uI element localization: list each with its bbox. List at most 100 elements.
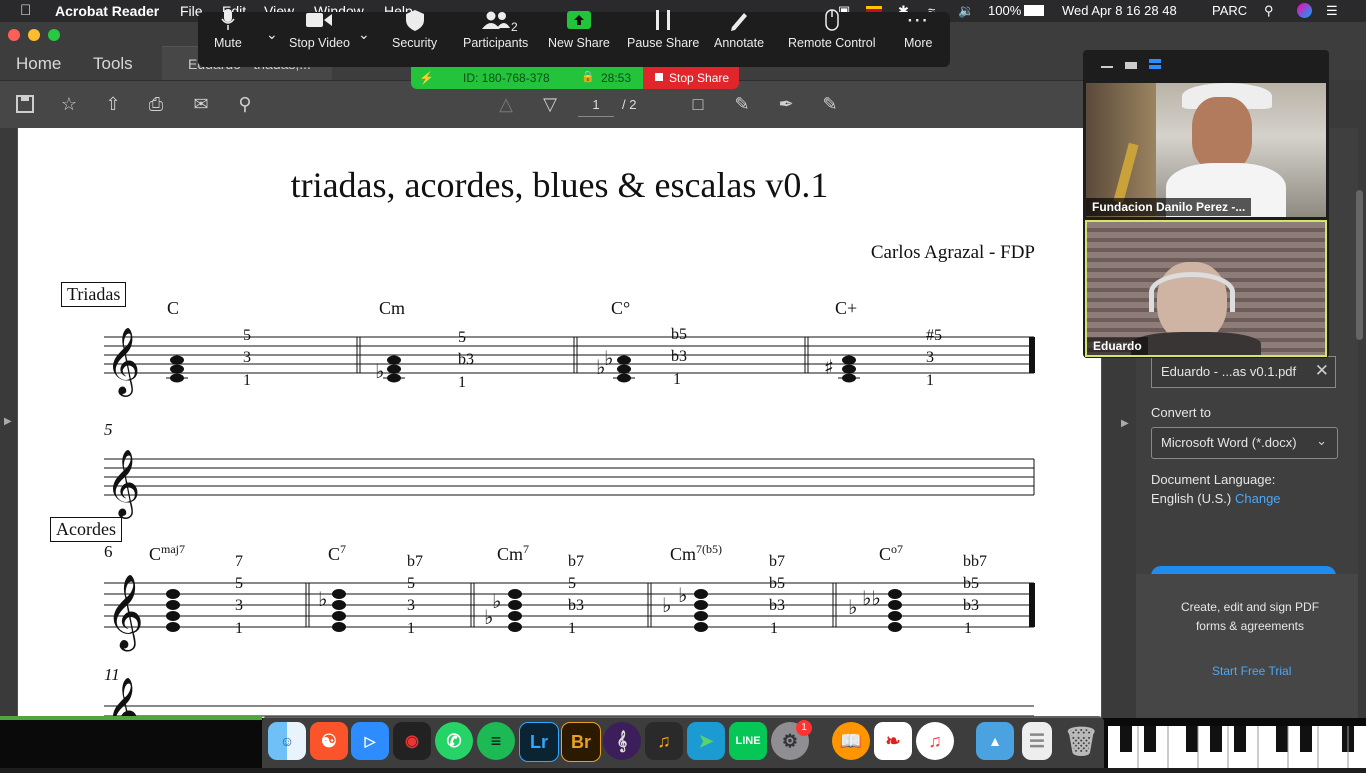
tab-home[interactable]: Home [16,54,61,74]
speaker-view-icon[interactable] [1125,62,1137,69]
collapse-right-icon[interactable]: ▶ [1121,418,1129,429]
more-label: More [904,36,933,50]
change-language-link[interactable]: Change [1235,491,1281,506]
line-icon[interactable]: LINE [729,722,767,760]
gallery-view-icon[interactable] [1149,59,1161,63]
annotate-button[interactable]: Annotate [714,8,764,50]
security-button[interactable]: Security [392,8,437,50]
panel-scrollbar[interactable] [1356,190,1363,340]
selected-file-name: Eduardo - ...as v0.1.pdf [1161,364,1297,379]
video-options-chevron-icon[interactable]: ⌄ [358,26,370,43]
minimize-video-icon[interactable] [1101,66,1113,68]
app-menu[interactable]: Acrobat Reader [55,3,159,19]
security-label: Security [392,36,438,50]
audio-options-chevron-icon[interactable]: ⌄ [266,26,278,43]
music-icon[interactable]: ♫ [916,722,954,760]
video-camera-icon [306,8,333,32]
clear-file-icon[interactable]: ✕ [1315,361,1329,381]
volume-icon[interactable]: 🔉 [958,3,974,19]
video-tile-active-speaker[interactable]: Eduardo [1085,220,1327,357]
battery-icon[interactable] [1024,5,1044,16]
stop-share-button[interactable]: Stop Share [643,67,739,89]
whatsapp-icon[interactable]: ✆ [435,722,473,760]
zoom-window-button[interactable] [48,29,60,41]
brave-icon[interactable]: ☯ [310,722,348,760]
bridge-icon[interactable]: Br [561,722,601,762]
next-page-icon[interactable]: ▽ [539,93,561,115]
minimize-window-button[interactable] [28,29,40,41]
participants-button[interactable]: Participants [463,8,528,50]
siri-icon[interactable] [1297,3,1312,18]
fill-sign-icon[interactable]: ✎ [819,93,841,115]
musescore-icon[interactable]: 𝄞 [603,722,641,760]
zoom-search-icon[interactable]: ⚲ [234,93,256,115]
interval-label: 5 [407,575,415,592]
bookmark-star-icon[interactable]: ☆ [58,93,80,115]
connection-icon: ⚡ [419,71,434,85]
svg-text:♯: ♯ [824,355,834,379]
interval-label: 3 [235,597,243,614]
expand-left-icon[interactable]: ▶ [4,416,12,427]
documents-stack-icon[interactable]: ☰ [1022,722,1052,760]
share-status-bar: ⚡ ID: 180-768-378 🔒 28:53 Stop Share [411,67,739,89]
left-panel-toggle[interactable]: ▶ [0,128,17,718]
selected-file-field[interactable]: Eduardo - ...as v0.1.pdf ✕ [1151,356,1336,388]
pause-share-button[interactable]: Pause Share [627,8,699,50]
user-menu[interactable]: PARC [1212,3,1247,18]
stop-video-button[interactable]: Stop Video [289,8,350,50]
comment-icon[interactable]: □ [687,93,709,115]
new-share-button[interactable]: New Share [548,8,610,50]
interval-label: 5 [243,327,251,344]
mute-button[interactable]: Mute [214,8,242,50]
remote-control-button[interactable]: Remote Control [788,8,876,50]
interval-label: 3 [243,349,251,366]
page-total: / 2 [622,97,637,112]
finder-icon[interactable]: ☺ [268,722,306,760]
upload-cloud-icon[interactable]: ⇧ [102,93,124,115]
interval-label: #5 [926,327,942,344]
garageband-icon[interactable]: ♫ [645,722,683,760]
clock[interactable]: Wed Apr 8 16 28 48 [1062,3,1177,18]
photo-booth-icon[interactable]: ◉ [393,722,431,760]
chord-name: Cm7 [497,542,529,565]
chord-root: C [328,544,341,564]
trash-icon[interactable]: 🗑 [1062,722,1100,760]
svg-text:♭: ♭ [678,583,687,607]
mouse-icon [825,8,839,32]
shield-icon [405,8,424,32]
prev-page-icon[interactable]: △ [495,93,517,115]
video-tile-host[interactable]: Fundacion Danilo Perez -... [1086,83,1326,217]
lightroom-icon[interactable]: Lr [519,722,559,762]
print-icon[interactable]: ⎙ [145,93,167,115]
spotify-icon[interactable]: ≡ [477,722,515,760]
interval-label: b3 [671,348,687,365]
more-button[interactable]: ⋯ More [904,7,933,50]
acrobat-dock-icon[interactable]: ❧ [874,722,912,760]
apple-icon[interactable]:  [20,2,31,19]
pause-share-label: Pause Share [627,36,700,50]
mail-icon[interactable]: ✉ [190,93,212,115]
save-icon[interactable] [14,93,36,115]
desktop-stripe [0,716,262,720]
start-trial-link[interactable]: Start Free Trial [1212,664,1291,678]
interval-label: 3 [926,349,934,366]
close-window-button[interactable] [8,29,20,41]
interval-label: 5 [568,575,576,592]
zoom-app-icon[interactable]: ▷ [351,722,389,760]
chevron-down-icon: ⌄ [1316,433,1327,448]
ibooks-icon[interactable]: 📖 [832,722,870,760]
music-staves: 𝄞 𝄞 𝄞 𝄞 ♭ ♭♭ ♯ ♭ ♭♭ ♭ ♭ ♭ ♭♭ [104,326,1035,718]
downloads-folder-icon[interactable]: ▲ [976,722,1014,760]
highlight-pen-icon[interactable]: ✎ [731,93,753,115]
tab-tools[interactable]: Tools [93,54,133,74]
convert-format-select[interactable]: Microsoft Word (*.docx) ⌄ [1151,427,1338,459]
migrate-icon[interactable]: ➤ [687,722,725,760]
interval-label: 1 [964,620,972,637]
meeting-timer: 28:53 [601,71,632,85]
svg-text:♭: ♭ [492,589,501,613]
search-icon[interactable]: ⚲ [1264,3,1274,19]
sign-icon[interactable]: ✒ [775,93,797,115]
notification-center-icon[interactable]: ☰ [1326,3,1338,19]
page-number-input[interactable]: 1 [578,94,614,117]
svg-text:♭♭: ♭♭ [862,586,881,610]
